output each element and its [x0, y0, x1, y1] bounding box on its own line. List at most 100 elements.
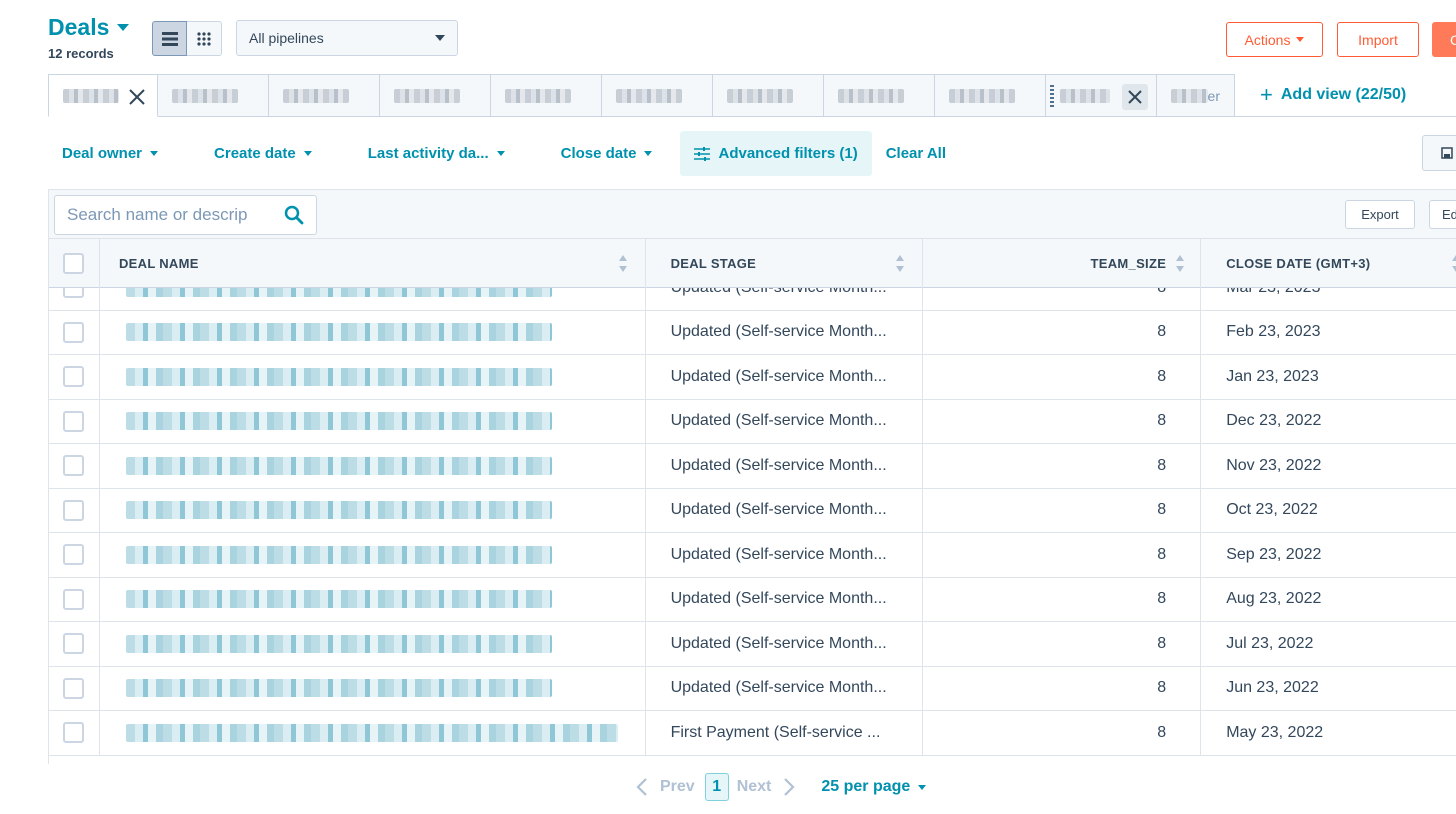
blurred-tab-label — [394, 88, 460, 103]
column-header-deal-name[interactable]: DEAL NAME — [100, 239, 646, 288]
view-tab[interactable] — [602, 74, 713, 117]
row-checkbox[interactable] — [63, 722, 85, 744]
deal-stage-cell: Updated (Self-service Month... — [646, 622, 924, 666]
deal-name-cell[interactable] — [100, 488, 646, 532]
row-checkbox-cell — [49, 666, 100, 710]
save-view-button[interactable] — [1422, 135, 1456, 171]
table-body: Updated (Self-service Month...8Mar 23, 2… — [49, 288, 1456, 764]
sort-icon[interactable] — [1452, 255, 1456, 272]
table-row: Updated (Self-service Month... 8 Nov 23, 2… — [49, 444, 1456, 489]
deal-name-cell[interactable] — [100, 355, 646, 399]
prev-page-button[interactable]: Prev — [636, 777, 695, 797]
column-header-team-size[interactable]: TEAM_SIZE — [923, 239, 1202, 288]
view-tab[interactable] — [824, 74, 935, 117]
row-checkbox[interactable] — [63, 633, 85, 655]
deal-name-cell[interactable] — [100, 711, 646, 755]
row-checkbox[interactable] — [63, 677, 85, 699]
filter-label: Deal owner — [62, 145, 143, 162]
close-date-cell: Sep 23, 2022 — [1226, 545, 1322, 563]
page-number-current[interactable]: 1 — [704, 773, 729, 801]
blurred-deal-name — [125, 634, 552, 653]
column-header-deal-stage[interactable]: DEAL STAGE — [646, 239, 924, 288]
filter-last-activity-date[interactable]: Last activity da... — [354, 145, 505, 162]
team-size-cell: 8 — [923, 310, 1202, 354]
row-checkbox[interactable] — [63, 455, 85, 477]
select-all-checkbox[interactable] — [63, 253, 85, 274]
sort-icon[interactable] — [618, 255, 627, 272]
team-size-cell: 8 — [923, 533, 1202, 577]
sort-icon[interactable] — [1176, 255, 1185, 272]
deal-name-cell[interactable] — [100, 288, 646, 310]
deal-name-cell[interactable] — [100, 533, 646, 577]
team-size-cell: 8 — [923, 444, 1202, 488]
filter-deal-owner[interactable]: Deal owner — [48, 145, 159, 162]
row-checkbox-cell — [49, 711, 100, 755]
caret-down-icon — [150, 151, 159, 156]
grid-icon — [197, 31, 211, 46]
deal-name-cell[interactable] — [100, 399, 646, 443]
view-tab[interactable] — [935, 74, 1046, 117]
blurred-deal-name — [125, 679, 552, 698]
pipeline-select[interactable]: All pipelines — [236, 20, 458, 56]
sort-icon[interactable] — [896, 255, 905, 272]
column-header-label: DEAL NAME — [118, 256, 199, 271]
filter-create-date[interactable]: Create date — [200, 145, 312, 162]
row-checkbox[interactable] — [63, 544, 85, 566]
blurred-deal-name — [125, 323, 552, 342]
per-page-select[interactable]: 25 per page — [821, 778, 927, 796]
clear-all-button[interactable]: Clear All — [886, 145, 946, 162]
view-tab[interactable] — [269, 74, 380, 117]
row-checkbox[interactable] — [63, 321, 85, 343]
close-date-cell: Nov 23, 2022 — [1226, 456, 1322, 474]
view-tab-hovered[interactable] — [1046, 74, 1157, 117]
blurred-deal-name — [125, 288, 552, 297]
row-checkbox[interactable] — [63, 288, 85, 299]
edit-columns-button[interactable]: Ed — [1429, 200, 1456, 229]
view-tab[interactable] — [491, 74, 602, 117]
row-checkbox[interactable] — [63, 499, 85, 521]
deal-stage-cell: Updated (Self-service Month... — [646, 288, 924, 310]
view-tabs: er — [48, 74, 1235, 117]
team-size-cell: 8 — [923, 355, 1202, 399]
caret-down-icon — [117, 24, 130, 31]
close-date-cell: Dec 23, 2022 — [1226, 412, 1322, 430]
board-view-button[interactable] — [187, 21, 222, 56]
deal-name-cell[interactable] — [100, 622, 646, 666]
view-tab[interactable]: er — [1157, 74, 1235, 117]
advanced-filters-button[interactable]: Advanced filters (1) — [680, 131, 872, 176]
create-deal-button[interactable]: C — [1432, 22, 1456, 57]
filter-label: Create date — [214, 145, 296, 162]
row-checkbox-cell — [49, 444, 100, 488]
filter-close-date[interactable]: Close date — [547, 145, 653, 162]
tab-close-button[interactable] — [1122, 84, 1148, 110]
add-view-button[interactable]: + Add view (22/50) — [1260, 84, 1406, 106]
pagination: Prev 1 Next 25 per page — [636, 772, 927, 802]
deal-name-cell[interactable] — [100, 577, 646, 621]
view-tab[interactable] — [380, 74, 491, 117]
column-header-close-date[interactable]: CLOSE DATE (GMT+3) — [1201, 239, 1456, 288]
row-checkbox[interactable] — [63, 410, 85, 432]
export-button[interactable]: Export — [1345, 200, 1415, 229]
view-tab[interactable] — [158, 74, 269, 117]
import-button[interactable]: Import — [1337, 22, 1419, 57]
search-icon[interactable] — [284, 205, 304, 225]
search-input[interactable] — [67, 205, 267, 225]
deal-name-cell[interactable] — [100, 444, 646, 488]
actions-button[interactable]: Actions — [1226, 22, 1323, 57]
prev-label: Prev — [660, 778, 695, 795]
view-tab[interactable] — [713, 74, 824, 117]
next-page-button[interactable]: Next — [737, 777, 796, 797]
record-count: 12 records — [48, 46, 114, 61]
drag-handle-icon[interactable] — [1050, 85, 1054, 109]
deal-name-cell[interactable] — [100, 310, 646, 354]
deal-name-cell[interactable] — [100, 666, 646, 710]
row-checkbox[interactable] — [63, 366, 85, 388]
table-row: Updated (Self-service Month... 8 Sep 23, 2… — [49, 533, 1456, 578]
close-date-cell: Feb 23, 2023 — [1226, 323, 1321, 341]
row-checkbox[interactable] — [63, 588, 85, 610]
close-icon[interactable] — [127, 87, 147, 107]
list-view-button[interactable] — [152, 21, 187, 56]
table-row: Updated (Self-service Month... 8 Dec 23, 2… — [49, 399, 1456, 444]
deals-view-title[interactable]: Deals — [48, 14, 130, 41]
view-tab[interactable] — [48, 74, 158, 117]
